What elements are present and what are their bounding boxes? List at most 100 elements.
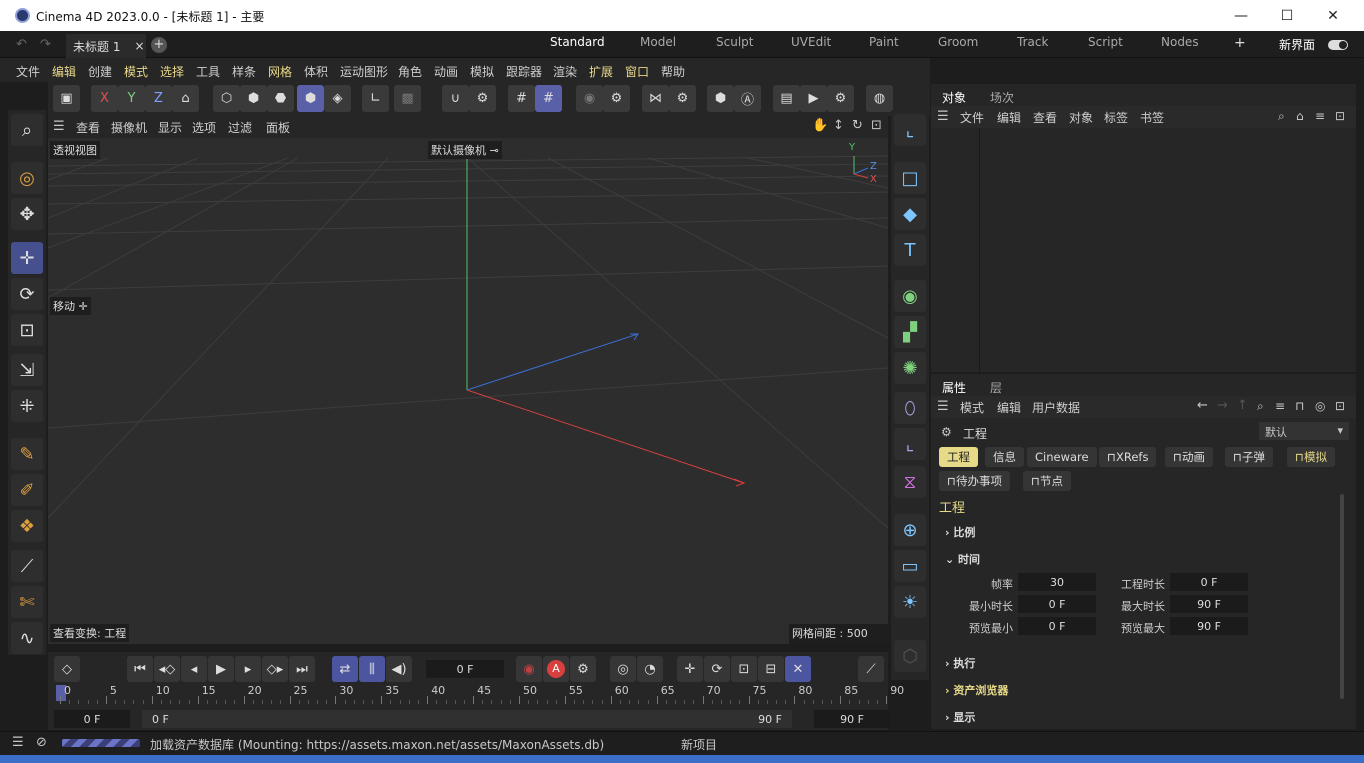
forward-arrow-icon[interactable]: →	[1217, 398, 1228, 413]
attribute-tab-chip[interactable]: ⊓ XRefs	[1099, 447, 1157, 467]
menu-item[interactable]: 文件	[16, 63, 40, 80]
snap-magnet-icon[interactable]: ∪	[442, 85, 469, 112]
search-icon[interactable]: ⌕	[11, 114, 43, 146]
attribute-new-window-icon[interactable]: ⊡	[1335, 399, 1345, 413]
solo-settings-icon[interactable]: ⚙	[603, 85, 630, 112]
rotate-tool-icon[interactable]: ⟳	[11, 278, 43, 310]
layout-tab-uvedit[interactable]: UVEdit	[791, 35, 831, 49]
menu-item[interactable]: 选择	[160, 63, 184, 80]
go-to-start-icon[interactable]: ⏮	[127, 656, 153, 682]
pan-view-icon[interactable]: ✋	[812, 118, 828, 133]
selection-tool-icon[interactable]: ◎	[11, 162, 43, 194]
record-position-icon[interactable]: ✛	[677, 656, 703, 682]
play-icon[interactable]: ▶	[208, 656, 234, 682]
project-length-field[interactable]: 0 F	[1170, 573, 1248, 591]
object-menu-item[interactable]: 查看	[1033, 109, 1057, 126]
record-icon[interactable]: ◉	[516, 656, 542, 682]
move-tool-icon[interactable]: ✛	[11, 242, 43, 274]
auto-key-button[interactable]: A	[543, 656, 569, 682]
menu-item[interactable]: 跟踪器	[506, 63, 542, 80]
cloner-icon[interactable]: ▞	[894, 316, 926, 348]
group-display[interactable]: › 显示	[945, 709, 975, 725]
brush-tool-icon[interactable]: ⟋	[11, 550, 43, 582]
new-interface-toggle[interactable]	[1328, 40, 1348, 50]
menu-item[interactable]: 扩展	[589, 63, 613, 80]
min-time-field[interactable]: 0 F	[1018, 595, 1096, 613]
back-arrow-icon[interactable]: ←	[1197, 398, 1208, 413]
document-tab[interactable]: 未标题 1 ×	[66, 34, 146, 58]
attribute-tab-chip[interactable]: ⊓ 待办事项	[939, 471, 1010, 491]
sculpt-icon[interactable]: ⬡	[894, 640, 926, 672]
timeline-graph-icon[interactable]: ⟋	[858, 656, 884, 682]
maximize-button[interactable]: ☐	[1264, 0, 1310, 31]
spline-rectangle-icon[interactable]: □	[894, 162, 926, 194]
light-object-icon[interactable]: ☀	[894, 586, 926, 618]
timeline-ruler[interactable]: 0 5 10 15 20 25 30 35 40 45 50 55 60 65 70 75 80 85 90	[56, 684, 904, 704]
zoom-view-icon[interactable]: ↕	[833, 118, 844, 133]
previous-frame-icon[interactable]: ◂	[181, 656, 207, 682]
perspective-viewport[interactable]: Y Z X 透视视图 默认摄像机 ⊸ 移动 ✛ 查看变换: 工程 网格间距 : …	[48, 138, 888, 644]
up-arrow-icon[interactable]: ↑	[1237, 398, 1248, 413]
attribute-filter-icon[interactable]: ≡	[1275, 399, 1285, 413]
attribute-tab-chip[interactable]: Cineware	[1027, 447, 1097, 467]
menu-item[interactable]: 帮助	[661, 63, 685, 80]
menu-item[interactable]: 编辑	[52, 63, 76, 80]
spline-pen-icon[interactable]: ✎	[11, 438, 43, 470]
record-scale-icon[interactable]: ⊡	[731, 656, 757, 682]
record-point-level-icon[interactable]: ✕	[785, 656, 811, 682]
object-menu-item[interactable]: 编辑	[997, 109, 1021, 126]
axis-mode-icon[interactable]: ∟	[362, 85, 389, 112]
lock-icon[interactable]: ⊓	[1295, 399, 1304, 413]
menu-item[interactable]: 样条	[232, 63, 256, 80]
layout-tab-model[interactable]: Model	[640, 35, 676, 49]
scale-tool-icon[interactable]: ⊡	[11, 314, 43, 346]
lock-y-button[interactable]: Y	[118, 85, 145, 112]
menu-item[interactable]: 运动图形	[340, 63, 388, 80]
coordinate-system-icon[interactable]: ⌂	[172, 85, 199, 112]
camera-label[interactable]: 默认摄像机 ⊸	[428, 141, 502, 159]
render-settings-icon[interactable]: ⚙	[827, 85, 854, 112]
model-mode-icon[interactable]: ⬢	[297, 85, 324, 112]
key-settings-icon[interactable]: ⚙	[570, 656, 596, 682]
fps-field[interactable]: 30	[1018, 573, 1096, 591]
workplane-snap-icon[interactable]: #	[535, 85, 562, 112]
preview-min-field[interactable]: 0 F	[1018, 617, 1096, 635]
transfer-tool-icon[interactable]: ⇲	[11, 354, 43, 386]
keyframe-diamond-icon[interactable]: ◇	[54, 656, 80, 682]
close-button[interactable]: ✕	[1310, 0, 1356, 31]
record-rotation-icon[interactable]: ⟳	[704, 656, 730, 682]
menu-item[interactable]: 模拟	[470, 63, 494, 80]
timeline-end-field[interactable]: 90 F	[814, 710, 890, 728]
viewport-menu-item[interactable]: 选项	[192, 119, 216, 136]
layout-tab-standard[interactable]: Standard	[550, 35, 605, 49]
points-mode-icon[interactable]: ⬡	[213, 85, 240, 112]
viewport-menu-item[interactable]: 查看	[76, 119, 100, 136]
next-key-icon[interactable]: ◇▸	[262, 656, 288, 682]
minimize-button[interactable]: —	[1218, 0, 1264, 31]
edges-mode-icon[interactable]: ⬢	[240, 85, 267, 112]
viewport-menu-item[interactable]: 面板	[266, 119, 290, 136]
attribute-tab-chip[interactable]: ⊓ 子弹	[1225, 447, 1273, 467]
attribute-search-icon[interactable]: ⌕	[1257, 399, 1264, 414]
object-menu-item[interactable]: 书签	[1140, 109, 1164, 126]
timeline-start-field[interactable]: 0 F	[54, 710, 130, 728]
texture-mode-icon[interactable]: ▩	[394, 85, 421, 112]
text-spline-icon[interactable]: T	[894, 234, 926, 266]
placement-tool-icon[interactable]: ⁜	[11, 390, 43, 422]
render-active-view-icon[interactable]: ▤	[773, 85, 800, 112]
undo-icon[interactable]: ↶	[16, 37, 27, 52]
viewport-menu-item[interactable]: 摄像机	[111, 119, 147, 136]
lock-z-button[interactable]: Z	[145, 85, 172, 112]
preview-range-slider[interactable]: 0 F 90 F	[142, 710, 792, 728]
new-document-icon[interactable]: +	[151, 37, 167, 53]
tweak-tool-icon[interactable]: ✥	[11, 198, 43, 230]
keyframe-selection-icon[interactable]: ◎	[610, 656, 636, 682]
object-home-icon[interactable]: ⌂	[1296, 109, 1304, 123]
menu-item[interactable]: 体积	[304, 63, 328, 80]
add-layout-icon[interactable]: +	[1234, 35, 1246, 51]
knife-tool-icon[interactable]: ✄	[11, 586, 43, 618]
group-scale[interactable]: › 比例	[945, 524, 975, 540]
menu-item[interactable]: 动画	[434, 63, 458, 80]
cube-primitive-icon[interactable]: ◆	[894, 198, 926, 230]
go-to-end-icon[interactable]: ⏭	[289, 656, 315, 682]
